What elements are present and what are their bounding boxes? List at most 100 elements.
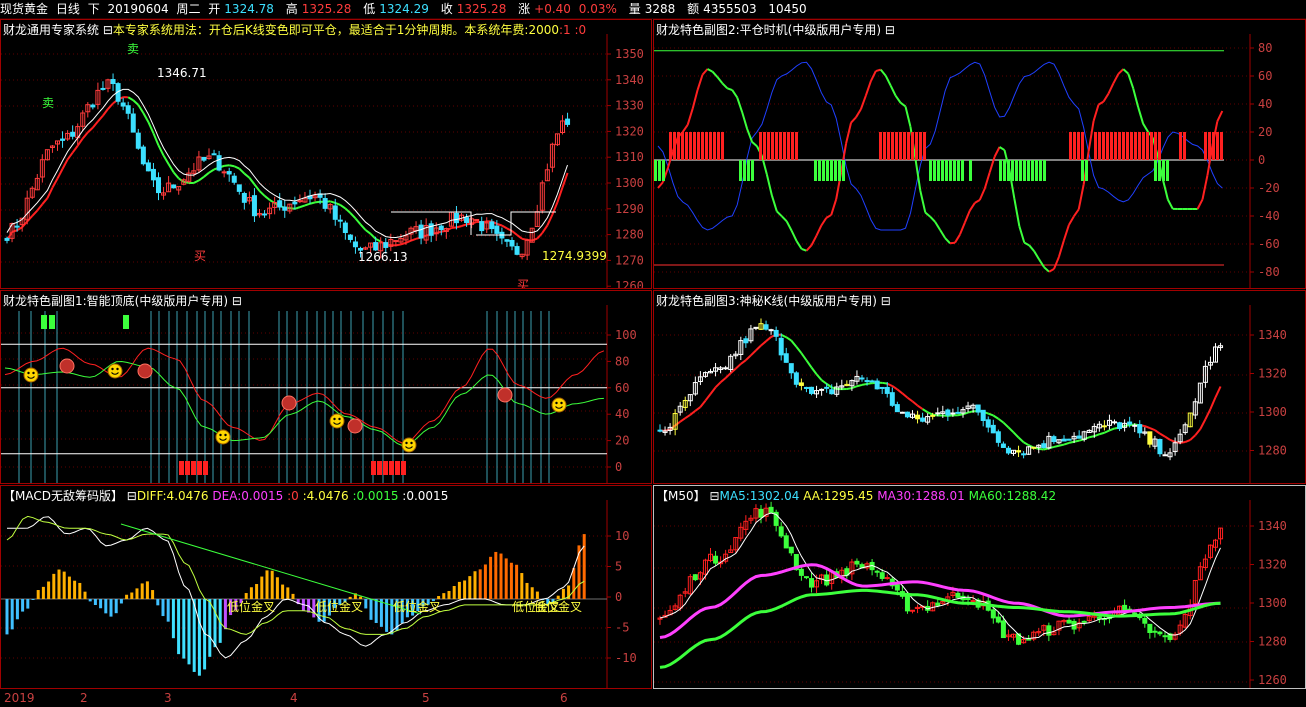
- green-signal-bar: [818, 160, 821, 181]
- green-signal-bar: [1035, 160, 1038, 181]
- macd-histogram-bar: [88, 599, 92, 602]
- collapse-icon[interactable]: ⊟: [877, 294, 891, 308]
- y-tick-label: 0: [1258, 153, 1265, 167]
- ma-line-segment: [51, 177, 59, 189]
- mystic-ma-segment: [810, 366, 818, 375]
- price-candle-body: [70, 131, 76, 137]
- ma-line-segment: [289, 207, 295, 210]
- price-candle-body: [201, 156, 207, 161]
- red-signal-bar: [907, 132, 910, 160]
- mystic-ma-segment: [1189, 434, 1196, 441]
- sub2-panel[interactable]: 财龙特色副图2:平仓时机(中级版用户专用) ⊟ 80 60 40 20 0 -20 -40 -…: [653, 19, 1306, 289]
- ma-candle-body: [809, 578, 814, 588]
- ma-line-segment: [334, 202, 341, 206]
- smart-green-line: [4, 360, 604, 447]
- mystic-ma-segment: [1093, 433, 1100, 438]
- ma-line-segment: [16, 226, 23, 232]
- mystic-candle-body: [985, 419, 991, 428]
- x-label-5: 6: [560, 691, 568, 705]
- osc-segment: [830, 198, 838, 216]
- green-signal-bar: [658, 160, 661, 181]
- red-signal-bar: [1208, 132, 1211, 160]
- annot-last: 1274.9399: [542, 249, 607, 263]
- mystic-candle-body: [829, 389, 835, 395]
- collapse-icon[interactable]: ⊟: [99, 23, 113, 37]
- y-tick-label: 1320: [1258, 367, 1287, 381]
- osc-segment: [746, 128, 753, 143]
- red-signal-bar: [895, 132, 898, 160]
- ma-line-segment: [436, 230, 442, 234]
- price-candle-body: [292, 201, 298, 205]
- sub1-panel[interactable]: 财龙特色副图1:智能顶底(中级版用户专用) ⊟ 100 80 60 40 20 0: [0, 290, 652, 484]
- ma-line-segment: [224, 164, 230, 167]
- buy-signal-2: 买: [517, 278, 530, 289]
- ma60-label: MA60:1288.42: [968, 489, 1057, 503]
- main-chart-panel[interactable]: 财龙通用专家系统 ⊟本专家系统用法：开仓后K线变色即可平仓，最适合于1分钟周期。…: [0, 19, 652, 289]
- nav-label[interactable]: 下: [88, 2, 100, 16]
- ma-line-segment: [258, 190, 266, 197]
- mystic-candle-body: [1061, 438, 1067, 442]
- open-label: 开: [208, 2, 221, 16]
- y-tick-label: -10: [615, 651, 637, 665]
- top-signal-block: [41, 315, 47, 329]
- symbol-name[interactable]: 现货黄金: [0, 2, 48, 16]
- macd-v3: :0.0015: [352, 489, 399, 503]
- ma-line-segment: [193, 179, 200, 184]
- close-label: 收: [440, 2, 453, 16]
- y-tick-label: 1260: [615, 279, 644, 289]
- mystic-ma-segment: [1089, 435, 1095, 439]
- collapse-icon[interactable]: ⊟: [123, 489, 137, 503]
- macd-histogram-bar: [255, 584, 259, 599]
- green-signal-bar: [949, 160, 952, 181]
- sell-signal-2: 卖: [127, 42, 140, 56]
- ma-line-segment: [61, 158, 69, 170]
- sub3-panel[interactable]: 财龙特色副图3:神秘K线(中级版用户专用) ⊟ 1340 1320 1300 1280: [653, 290, 1306, 484]
- collapse-icon[interactable]: ⊟: [706, 489, 719, 503]
- mystic-ma-segment: [760, 340, 767, 347]
- macd-panel[interactable]: 【MACD无敌筹码版】 ⊟DIFF:4.0476 DEA:0.0015 :0 :…: [0, 485, 652, 689]
- osc-segment: [875, 68, 882, 72]
- y-tick-label: 10: [615, 529, 629, 543]
- period-label[interactable]: 日线: [56, 2, 80, 16]
- ma-candle-body: [1122, 604, 1128, 612]
- ma-line-segment: [97, 114, 104, 123]
- ma-line-segment: [102, 108, 109, 117]
- osc-segment: [879, 68, 887, 77]
- collapse-icon[interactable]: ⊟: [881, 23, 895, 37]
- ma-line-segment: [243, 172, 251, 179]
- red-signal-bar: [1110, 132, 1113, 160]
- mystic-ma-segment: [1007, 426, 1015, 434]
- main-title-text: 财龙通用专家系统: [3, 23, 100, 37]
- price-candle-body: [479, 221, 485, 232]
- macd-histogram-bar: [73, 580, 77, 599]
- annot-low: 1266.13: [358, 250, 408, 264]
- mystic-ma-segment: [815, 373, 823, 381]
- macd-v4: :0.0015: [402, 489, 449, 503]
- ma5-label: MA5:1302.04: [719, 489, 800, 503]
- mystic-candle-body: [1137, 424, 1143, 434]
- ma-panel[interactable]: 【M50】 ⊟MA5:1302.04 AA:1295.45 MA30:1288.…: [653, 485, 1306, 689]
- macd-histogram-bar: [442, 593, 446, 599]
- mystic-candle-body: [874, 380, 880, 390]
- red-signal-bar: [1138, 132, 1141, 160]
- collapse-icon[interactable]: ⊟: [228, 294, 242, 308]
- price-candle-body: [438, 225, 444, 231]
- macd-histogram-bar: [21, 599, 25, 612]
- ma-candle-body: [1046, 625, 1052, 636]
- osc-segment: [963, 210, 971, 223]
- ma-candle-body: [1142, 617, 1148, 624]
- green-signal-bar: [1027, 160, 1030, 181]
- smiley-eye: [560, 401, 563, 405]
- osc-segment: [988, 156, 996, 173]
- osc-segment: [1161, 179, 1169, 200]
- macd-histogram-bar: [291, 593, 295, 599]
- osc-segment: [929, 216, 936, 223]
- bottom-signal-block: [185, 461, 190, 475]
- mystic-candle-body: [783, 353, 789, 363]
- smiley-eye: [32, 371, 35, 375]
- mystic-ma-segment: [1184, 439, 1191, 443]
- smiley-eye: [27, 371, 30, 375]
- smiley-icon: [107, 363, 123, 379]
- macd-histogram-bar: [374, 599, 378, 623]
- osc-segment: [1142, 123, 1149, 133]
